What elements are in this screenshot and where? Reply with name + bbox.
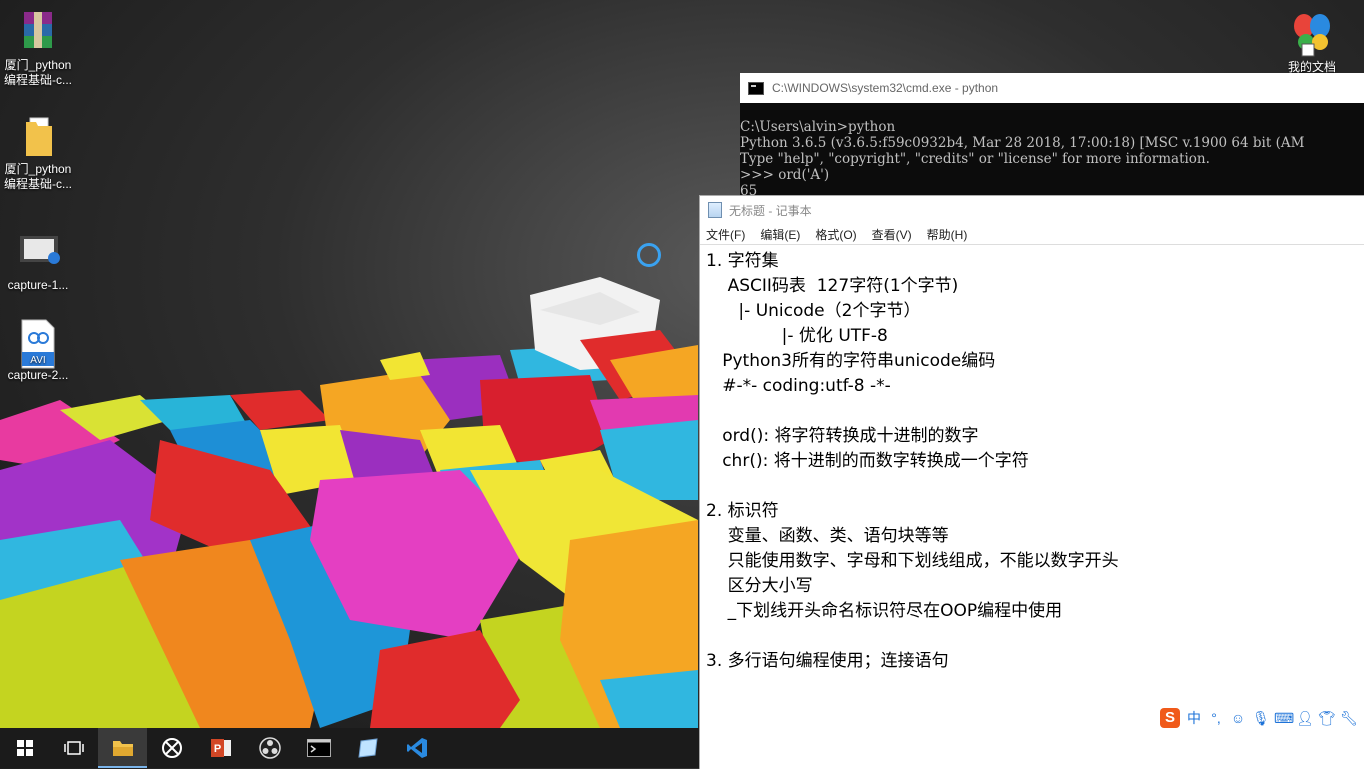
notepad-window[interactable]: 无标题 - 记事本 文件(F) 编辑(E) 格式(O) 查看(V) 帮助(H) … xyxy=(699,195,1364,769)
punctuation-toggle[interactable]: °, xyxy=(1208,710,1224,726)
text-line: 区分大小写 xyxy=(706,576,813,596)
desktop-icon-video[interactable]: capture-1... xyxy=(0,228,76,293)
shirt-icon[interactable]: 👕︎ xyxy=(1318,710,1336,727)
text-line: ASCII码表 127字符(1个字节) xyxy=(706,276,959,296)
text-line xyxy=(706,624,1355,649)
text-line: Python3所有的字符串unicode编码 xyxy=(706,351,996,371)
cortana-loading-ring xyxy=(637,243,661,267)
desktop-icon-label: 厦门_python 编程基础-c... xyxy=(4,162,72,191)
cmd-line: >>> ord('A') xyxy=(740,167,830,183)
menu-format[interactable]: 格式(O) xyxy=(815,226,856,243)
text-line: 2. 标识符 xyxy=(706,501,779,521)
menu-file[interactable]: 文件(F) xyxy=(706,226,745,243)
task-view-button[interactable] xyxy=(49,728,98,768)
obs-icon xyxy=(258,737,281,759)
folder-icon xyxy=(112,741,133,756)
taskbar-notepad[interactable] xyxy=(343,728,392,768)
text-line: 变量、函数、类、语句块等等 xyxy=(706,526,949,546)
desktop-icon-label: capture-2... xyxy=(7,368,69,382)
smile-icon[interactable]: ☺ xyxy=(1230,710,1246,726)
avi-file-icon: AVI xyxy=(14,318,62,369)
desktop-icon-avi[interactable]: AVI capture-2... xyxy=(0,318,76,383)
taskbar-file-explorer[interactable] xyxy=(98,728,147,768)
taskbar-obs[interactable] xyxy=(245,728,294,768)
notepad-icon xyxy=(357,738,378,758)
text-line: |- 优化 UTF-8 xyxy=(706,326,888,346)
text-line: 3. 多行语句编程使用；连接语句 xyxy=(706,651,949,671)
cmd-title: C:\WINDOWS\system32\cmd.exe - python xyxy=(772,81,999,95)
start-button[interactable] xyxy=(0,728,49,768)
avi-badge: AVI xyxy=(30,355,45,366)
cmd-line: C:\Users\alvin>python xyxy=(740,119,896,135)
notepad-app-icon xyxy=(708,202,722,218)
text-line: _下划线开头命名标识符尽在OOP编程中使用 xyxy=(706,601,1063,621)
ime-mode-toggle[interactable]: 中 xyxy=(1186,708,1202,728)
desktop-icon-my-documents[interactable]: 我的文档 xyxy=(1274,10,1350,75)
keyboard-icon[interactable]: ⌨ xyxy=(1274,710,1294,727)
xbox-icon xyxy=(161,738,182,758)
winrar-icon xyxy=(14,8,62,56)
text-line: 只能使用数字、字母和下划线组成，不能以数字开头 xyxy=(706,551,1119,571)
butterfly-icon xyxy=(1288,10,1336,58)
ime-toolbar[interactable]: S 中 °, ☺ 🎙︎ ⌨ 👤︎ 👕︎ 🔧︎ xyxy=(1160,706,1362,730)
notepad-titlebar[interactable]: 无标题 - 记事本 xyxy=(700,196,1364,224)
svg-text:P: P xyxy=(213,743,220,755)
notepad-text-area[interactable]: 1. 字符集 ASCII码表 127字符(1个字节) |- Unicode（2个… xyxy=(706,249,1355,769)
mic-icon[interactable]: 🎙︎ xyxy=(1252,710,1270,727)
cmd-line: Python 3.6.5 (v3.6.5:f59c0932b4, Mar 28 … xyxy=(740,135,1305,151)
menu-help[interactable]: 帮助(H) xyxy=(927,226,968,243)
task-view-icon xyxy=(63,741,84,755)
taskbar-cmd[interactable] xyxy=(294,728,343,768)
text-line: #-*- coding:utf-8 -*- xyxy=(706,376,891,396)
text-line xyxy=(706,399,1355,424)
vscode-icon xyxy=(406,738,427,758)
cmd-window[interactable]: C:\WINDOWS\system32\cmd.exe - python C:\… xyxy=(740,73,1364,196)
menu-view[interactable]: 查看(V) xyxy=(872,226,912,243)
text-line: ord(): 将字符转换成十进制的数字 xyxy=(706,426,979,446)
desktop-icon-label: capture-1... xyxy=(7,278,69,292)
text-line: 1. 字符集 xyxy=(706,251,779,271)
notepad-menubar: 文件(F) 编辑(E) 格式(O) 查看(V) 帮助(H) xyxy=(700,224,1364,245)
cmd-titlebar[interactable]: C:\WINDOWS\system32\cmd.exe - python xyxy=(740,73,1364,103)
taskbar: P xyxy=(0,728,699,768)
terminal-icon xyxy=(306,739,331,757)
taskbar-xbox[interactable] xyxy=(147,728,196,768)
desktop-icon-label: 厦门_python 编程基础-c... xyxy=(4,58,72,87)
cmd-app-icon xyxy=(748,81,764,95)
powerpoint-icon: P xyxy=(210,739,231,757)
taskbar-vscode[interactable] xyxy=(392,728,441,768)
windows-logo-icon xyxy=(16,740,33,756)
menu-edit[interactable]: 编辑(E) xyxy=(760,226,800,243)
folder-icon xyxy=(14,112,62,160)
sogou-logo-icon[interactable]: S xyxy=(1160,708,1180,728)
cmd-line: Type "help", "copyright", "credits" or "… xyxy=(740,151,1210,167)
user-icon[interactable]: 👤︎ xyxy=(1296,710,1314,727)
text-line xyxy=(706,474,1355,499)
taskbar-powerpoint[interactable]: P xyxy=(196,728,245,768)
text-line: chr(): 将十进制的而数字转换成一个字符 xyxy=(706,451,1029,471)
desktop-icon-rar[interactable]: 厦门_python 编程基础-c... xyxy=(0,8,76,88)
video-file-icon xyxy=(14,228,62,276)
text-line: |- Unicode（2个字节） xyxy=(706,301,921,321)
notepad-title: 无标题 - 记事本 xyxy=(729,203,812,218)
desktop-icon-folder[interactable]: 厦门_python 编程基础-c... xyxy=(0,112,76,192)
wrench-icon[interactable]: 🔧︎ xyxy=(1340,710,1358,727)
cmd-output[interactable]: C:\Users\alvin>python Python 3.6.5 (v3.6… xyxy=(740,103,1364,196)
